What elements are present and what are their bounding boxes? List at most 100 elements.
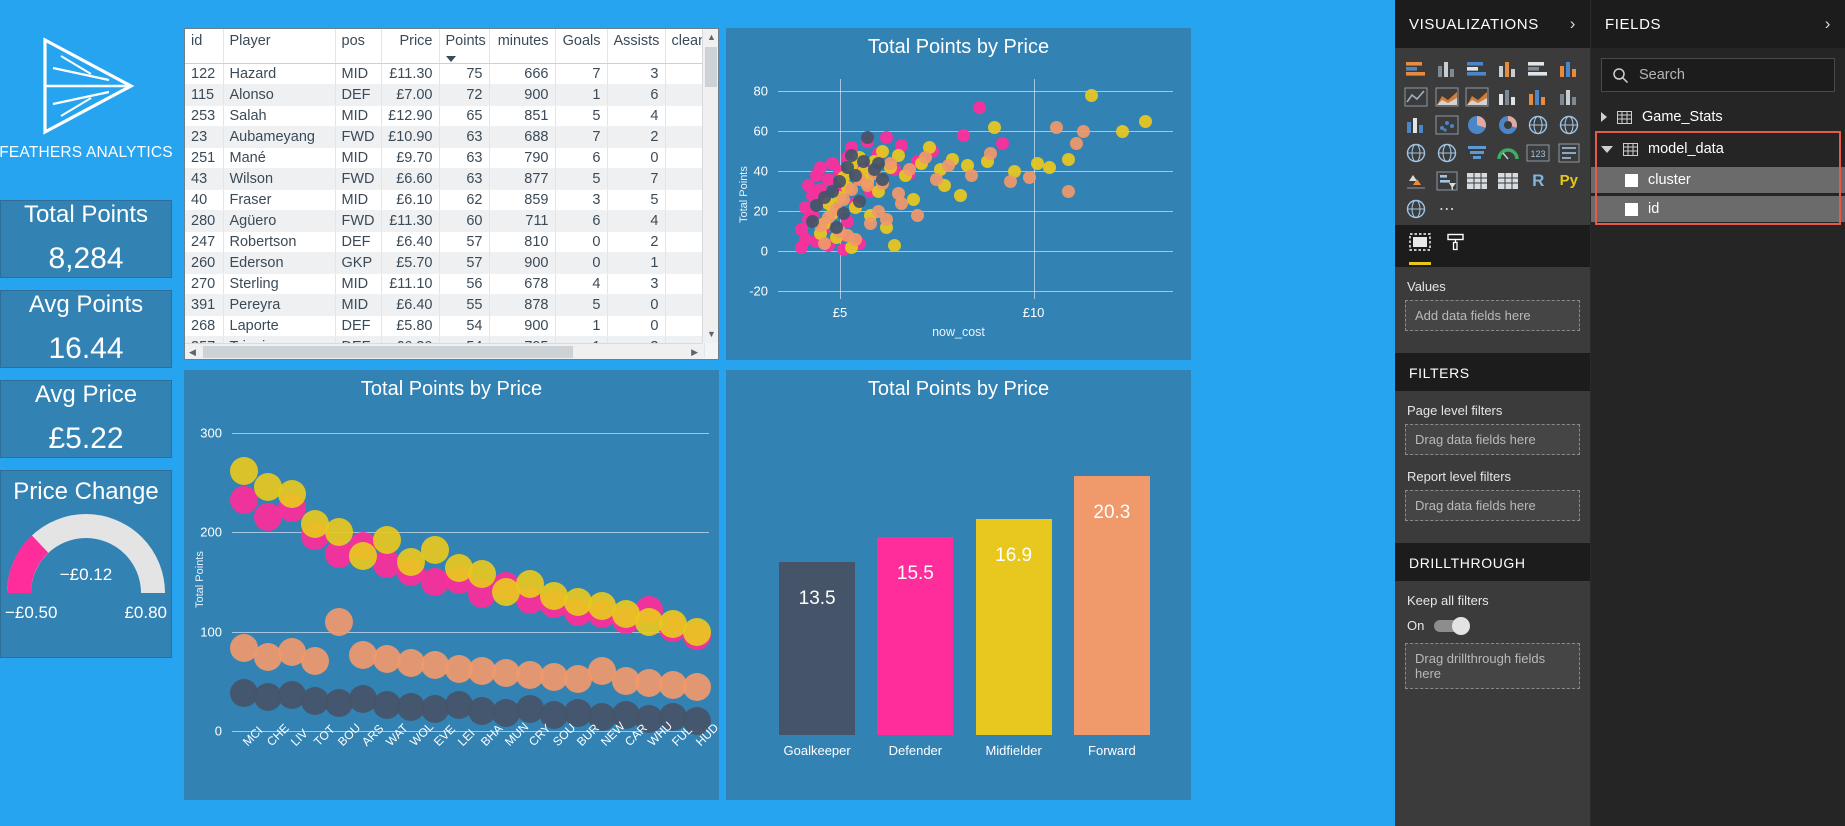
scatter-point[interactable] bbox=[930, 172, 944, 186]
scatter-point[interactable] bbox=[872, 156, 886, 170]
pct-stacked-column-chart-icon[interactable] bbox=[1554, 56, 1585, 81]
table-row[interactable]: 253 Salah MID £12.90 65 851 5 4 bbox=[185, 105, 705, 127]
scroll-left-icon[interactable]: ◀ bbox=[189, 348, 196, 357]
col-header-goals[interactable]: Goals bbox=[555, 29, 608, 64]
table-row[interactable]: 260 Ederson GKP £5.70 57 900 0 1 bbox=[185, 252, 705, 274]
scatter-point[interactable] bbox=[1116, 124, 1130, 138]
scatter-point[interactable] bbox=[941, 158, 955, 172]
scatter-point[interactable] bbox=[848, 168, 862, 182]
keep-all-filters-toggle[interactable] bbox=[1434, 616, 1471, 635]
stacked-area-chart-icon[interactable] bbox=[1462, 84, 1493, 109]
bar-plot-area[interactable]: 13.5 Goalkeeper 15.5 Defender 16.9 Midfielder… bbox=[726, 401, 1191, 793]
report-canvas[interactable]: FEATHERS ANALYTICS Total Points 8,284 Av… bbox=[0, 0, 1395, 826]
field-checkbox[interactable] bbox=[1625, 173, 1638, 187]
scroll-down-icon[interactable]: ▼ bbox=[707, 330, 716, 339]
pie-chart-icon[interactable] bbox=[1462, 112, 1493, 137]
bubble-point[interactable] bbox=[683, 673, 712, 702]
scatter-point[interactable] bbox=[1050, 120, 1064, 134]
slicer-visual-icon[interactable] bbox=[1432, 168, 1463, 193]
scatter-point[interactable] bbox=[829, 220, 843, 234]
scatter-point[interactable] bbox=[837, 206, 851, 220]
pct-stacked-bar-chart-icon[interactable] bbox=[1523, 56, 1554, 81]
scatter-point[interactable] bbox=[806, 214, 820, 228]
r-script-visual-icon[interactable]: R bbox=[1523, 168, 1554, 193]
scatter-point[interactable] bbox=[895, 196, 909, 210]
col-header-points[interactable]: Points bbox=[439, 29, 490, 64]
line-chart-icon[interactable] bbox=[1401, 84, 1432, 109]
table-row[interactable]: 43 Wilson FWD £6.60 63 877 5 7 bbox=[185, 168, 705, 190]
filled-map-icon[interactable] bbox=[1401, 140, 1432, 165]
scatter-point[interactable] bbox=[953, 188, 967, 202]
keep-all-filters-toggle-row[interactable]: On bbox=[1405, 614, 1580, 643]
chevron-right-icon[interactable]: › bbox=[1570, 14, 1576, 34]
stacked-column-chart-icon[interactable] bbox=[1432, 56, 1463, 81]
funnel-chart-icon[interactable] bbox=[1462, 140, 1493, 165]
scatter-point[interactable] bbox=[845, 148, 859, 162]
bubble-point[interactable] bbox=[373, 526, 402, 555]
arcgis-map-icon[interactable] bbox=[1401, 196, 1432, 221]
shape-map-icon[interactable] bbox=[1432, 140, 1463, 165]
col-header-id[interactable]: id bbox=[185, 29, 224, 64]
scatter-point[interactable] bbox=[876, 144, 890, 158]
fields-tab[interactable] bbox=[1409, 233, 1431, 265]
table-row[interactable]: 270 Sterling MID £11.10 56 678 4 3 bbox=[185, 273, 705, 295]
gauge-chart-icon[interactable] bbox=[1493, 140, 1524, 165]
line-clustered-column-chart-icon[interactable] bbox=[1523, 84, 1554, 109]
bubble-chart-visual[interactable]: Total Points by Price 0 100 200 300 MCI CHE LI… bbox=[184, 370, 721, 800]
fields-table-game-stats[interactable]: Game_Stats bbox=[1591, 102, 1845, 132]
scatter-point[interactable] bbox=[910, 208, 924, 222]
scatter-point[interactable] bbox=[965, 168, 979, 182]
col-header-price[interactable]: Price bbox=[381, 29, 440, 64]
col-header-minutes[interactable]: minutes bbox=[489, 29, 556, 64]
scatter-point[interactable] bbox=[988, 120, 1002, 134]
table-row[interactable]: 115 Alonso DEF £7.00 72 900 1 6 bbox=[185, 84, 705, 106]
scatter-point[interactable] bbox=[879, 212, 893, 226]
table-visual-icon[interactable] bbox=[1462, 168, 1493, 193]
players-table[interactable]: id Player pos Price Points minutes Goals… bbox=[185, 29, 714, 358]
table-row[interactable]: 23 Aubameyang FWD £10.90 63 688 7 2 bbox=[185, 126, 705, 148]
fields-table-model-data[interactable]: model_data bbox=[1591, 134, 1845, 164]
scatter-point[interactable] bbox=[883, 156, 897, 170]
scatter-point[interactable] bbox=[887, 238, 901, 252]
scatter-plot-area[interactable]: -20 0 20 40 60 80 £5 £10 Total Points now_cost bbox=[726, 59, 1191, 351]
scroll-right-icon[interactable]: ▶ bbox=[691, 348, 698, 357]
scatter-point[interactable] bbox=[879, 130, 893, 144]
scatter-point[interactable] bbox=[1061, 184, 1075, 198]
drillthrough-dropzone[interactable]: Drag drillthrough fields here bbox=[1405, 643, 1580, 689]
scroll-up-icon[interactable]: ▲ bbox=[707, 33, 716, 42]
bar-chart-visual[interactable]: Total Points by Price 13.5 Goalkeeper 15.5… bbox=[726, 370, 1191, 800]
scatter-point[interactable] bbox=[996, 136, 1010, 150]
card-visual-icon[interactable]: 123 bbox=[1523, 140, 1554, 165]
scatter-point[interactable] bbox=[817, 190, 831, 204]
table-row[interactable]: 280 Agüero FWD £11.30 60 711 6 4 bbox=[185, 210, 705, 232]
col-header-player[interactable]: Player bbox=[223, 29, 336, 64]
scatter-point[interactable] bbox=[833, 174, 847, 188]
python-visual-icon[interactable]: Py bbox=[1554, 168, 1585, 193]
clustered-bar-chart-icon[interactable] bbox=[1462, 56, 1493, 81]
kpi-card-avg-price[interactable]: Avg Price £5.22 bbox=[0, 380, 172, 458]
col-header-assists[interactable]: Assists bbox=[607, 29, 666, 64]
scatter-point[interactable] bbox=[1085, 88, 1099, 102]
field-item-cluster[interactable]: cluster bbox=[1591, 167, 1845, 193]
bubble-point[interactable] bbox=[420, 695, 449, 724]
scatter-point[interactable] bbox=[903, 162, 917, 176]
visualization-type-gallery[interactable]: 123 R Py ⋯ bbox=[1395, 48, 1590, 225]
scatter-point[interactable] bbox=[1077, 124, 1091, 138]
field-checkbox[interactable] bbox=[1625, 202, 1638, 216]
bubble-point[interactable] bbox=[683, 617, 712, 646]
area-chart-icon[interactable] bbox=[1432, 84, 1463, 109]
scatter-point[interactable] bbox=[1069, 136, 1083, 150]
matrix-visual-icon[interactable] bbox=[1493, 168, 1524, 193]
kpi-visual-icon[interactable] bbox=[1401, 168, 1432, 193]
scatter-point[interactable] bbox=[957, 128, 971, 142]
scatter-point[interactable] bbox=[860, 130, 874, 144]
scatter-point[interactable] bbox=[1003, 174, 1017, 188]
scatter-point[interactable] bbox=[907, 192, 921, 206]
bubble-point[interactable] bbox=[325, 607, 354, 636]
bubble-point[interactable] bbox=[229, 456, 258, 485]
kpi-card-total-points[interactable]: Total Points 8,284 bbox=[0, 200, 172, 278]
scatter-point[interactable] bbox=[1030, 156, 1044, 170]
scatter-point[interactable] bbox=[864, 216, 878, 230]
scatter-point[interactable] bbox=[852, 194, 866, 208]
bubble-point[interactable] bbox=[301, 647, 330, 676]
